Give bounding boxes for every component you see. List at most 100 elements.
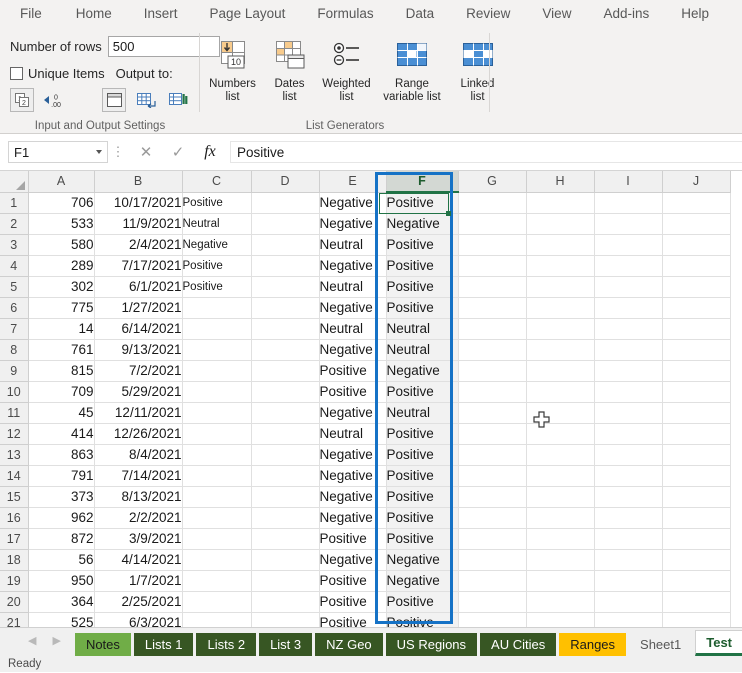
cell-E10[interactable]: Positive <box>319 381 387 403</box>
cell-H12[interactable] <box>526 423 595 445</box>
cell-J2[interactable] <box>662 213 731 235</box>
weighted-list-button[interactable]: Weighted list <box>318 34 375 134</box>
chevron-down-icon[interactable] <box>96 150 102 154</box>
row-header-12[interactable]: 12 <box>0 423 29 445</box>
cell-J1[interactable] <box>662 192 731 214</box>
cell-G21[interactable] <box>458 612 527 627</box>
sheet-tab-sheet1[interactable]: Sheet1 <box>629 633 693 656</box>
column-header-A[interactable]: A <box>28 171 95 193</box>
row-header-7[interactable]: 7 <box>0 318 29 340</box>
decrease-decimal-icon[interactable]: 0 .00 <box>42 88 66 112</box>
cell-B3[interactable]: 2/4/2021 <box>94 234 183 256</box>
cell-H18[interactable] <box>526 549 595 571</box>
cell-B15[interactable]: 8/13/2021 <box>94 486 183 508</box>
row-header-19[interactable]: 19 <box>0 570 29 592</box>
ribbon-tab-help[interactable]: Help <box>665 0 725 28</box>
cell-B19[interactable]: 1/7/2021 <box>94 570 183 592</box>
name-box[interactable]: F1 <box>8 141 108 163</box>
ribbon-tab-insert[interactable]: Insert <box>128 0 194 28</box>
ribbon-tab-data[interactable]: Data <box>390 0 451 28</box>
cell-I17[interactable] <box>594 528 663 550</box>
row-header-13[interactable]: 13 <box>0 444 29 466</box>
column-header-I[interactable]: I <box>594 171 663 193</box>
cell-D12[interactable] <box>251 423 320 445</box>
cell-A3[interactable]: 580 <box>28 234 95 256</box>
numbers-list-button[interactable]: 10 Numbers list <box>204 34 261 134</box>
cell-B11[interactable]: 12/11/2021 <box>94 402 183 424</box>
cell-H9[interactable] <box>526 360 595 382</box>
cell-F7[interactable]: Neutral <box>386 318 459 340</box>
cell-I3[interactable] <box>594 234 663 256</box>
cell-B5[interactable]: 6/1/2021 <box>94 276 183 298</box>
cell-H16[interactable] <box>526 507 595 529</box>
cell-A7[interactable]: 14 <box>28 318 95 340</box>
cell-B13[interactable]: 8/4/2021 <box>94 444 183 466</box>
cell-I20[interactable] <box>594 591 663 613</box>
cell-D1[interactable] <box>251 192 320 214</box>
cell-I14[interactable] <box>594 465 663 487</box>
cell-A13[interactable]: 863 <box>28 444 95 466</box>
cell-H13[interactable] <box>526 444 595 466</box>
cell-J18[interactable] <box>662 549 731 571</box>
cell-F9[interactable]: Negative <box>386 360 459 382</box>
cell-I18[interactable] <box>594 549 663 571</box>
cell-I4[interactable] <box>594 255 663 277</box>
cell-G1[interactable] <box>458 192 527 214</box>
cell-C11[interactable] <box>182 402 252 424</box>
cell-F19[interactable]: Negative <box>386 570 459 592</box>
cell-E7[interactable]: Neutral <box>319 318 387 340</box>
cell-A21[interactable]: 525 <box>28 612 95 627</box>
cell-E19[interactable]: Positive <box>319 570 387 592</box>
cell-B8[interactable]: 9/13/2021 <box>94 339 183 361</box>
ribbon-tab-review[interactable]: Review <box>450 0 526 28</box>
cell-D15[interactable] <box>251 486 320 508</box>
row-header-16[interactable]: 16 <box>0 507 29 529</box>
cell-E12[interactable]: Neutral <box>319 423 387 445</box>
cell-E11[interactable]: Negative <box>319 402 387 424</box>
cell-C16[interactable] <box>182 507 252 529</box>
cell-G20[interactable] <box>458 591 527 613</box>
row-header-6[interactable]: 6 <box>0 297 29 319</box>
cell-A16[interactable]: 962 <box>28 507 95 529</box>
cell-J17[interactable] <box>662 528 731 550</box>
cell-E5[interactable]: Neutral <box>319 276 387 298</box>
cell-J7[interactable] <box>662 318 731 340</box>
cell-D2[interactable] <box>251 213 320 235</box>
cell-I1[interactable] <box>594 192 663 214</box>
cell-J9[interactable] <box>662 360 731 382</box>
cell-C6[interactable] <box>182 297 252 319</box>
cell-C12[interactable] <box>182 423 252 445</box>
cell-A4[interactable]: 289 <box>28 255 95 277</box>
row-header-18[interactable]: 18 <box>0 549 29 571</box>
cell-C3[interactable]: Negative <box>182 234 252 256</box>
cell-C18[interactable] <box>182 549 252 571</box>
cell-D4[interactable] <box>251 255 320 277</box>
cell-I12[interactable] <box>594 423 663 445</box>
cell-E14[interactable]: Negative <box>319 465 387 487</box>
cell-D7[interactable] <box>251 318 320 340</box>
cell-A5[interactable]: 302 <box>28 276 95 298</box>
cell-D18[interactable] <box>251 549 320 571</box>
column-header-G[interactable]: G <box>458 171 527 193</box>
cell-F18[interactable]: Negative <box>386 549 459 571</box>
cell-E18[interactable]: Negative <box>319 549 387 571</box>
cell-E1[interactable]: Negative <box>319 192 387 214</box>
cancel-icon[interactable]: ✕ <box>130 140 162 164</box>
cell-A11[interactable]: 45 <box>28 402 95 424</box>
cell-J4[interactable] <box>662 255 731 277</box>
cell-G3[interactable] <box>458 234 527 256</box>
cell-J16[interactable] <box>662 507 731 529</box>
cell-B18[interactable]: 4/14/2021 <box>94 549 183 571</box>
cell-J13[interactable] <box>662 444 731 466</box>
cell-J20[interactable] <box>662 591 731 613</box>
cell-H10[interactable] <box>526 381 595 403</box>
cell-G10[interactable] <box>458 381 527 403</box>
row-header-21[interactable]: 21 <box>0 612 29 627</box>
cell-I13[interactable] <box>594 444 663 466</box>
cell-F11[interactable]: Neutral <box>386 402 459 424</box>
cell-F21[interactable]: Positive <box>386 612 459 627</box>
cell-I21[interactable] <box>594 612 663 627</box>
cell-F6[interactable]: Positive <box>386 297 459 319</box>
cell-F2[interactable]: Negative <box>386 213 459 235</box>
cell-I11[interactable] <box>594 402 663 424</box>
